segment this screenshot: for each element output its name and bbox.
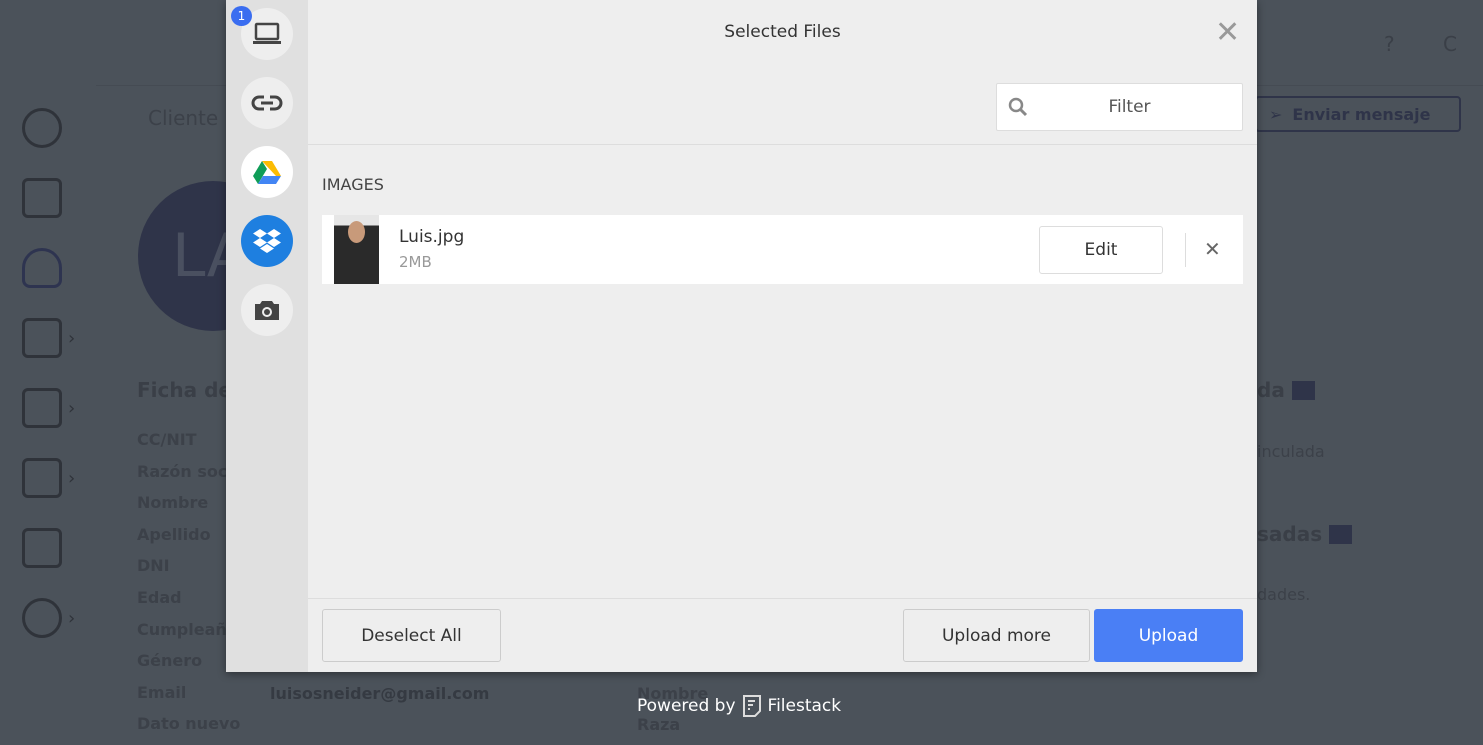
field-label: Email (137, 682, 187, 702)
help-button[interactable]: ? (1384, 32, 1395, 56)
field-label: Razón soc (137, 461, 228, 481)
source-dropbox[interactable] (241, 215, 293, 267)
field-label: Dato nuevo (137, 714, 241, 734)
source-google-drive[interactable] (241, 146, 293, 198)
used-text: dades. (1257, 585, 1311, 604)
selected-count-badge: 1 (231, 6, 252, 26)
field-label: Nombre (137, 493, 209, 513)
field-label: Género (137, 651, 203, 671)
source-sidebar: 1 (226, 0, 308, 672)
calendar-icon[interactable] (22, 178, 62, 218)
badge-icon[interactable] (22, 528, 62, 568)
dropbox-icon (253, 229, 281, 253)
dashboard-icon[interactable] (22, 108, 62, 148)
divider (308, 598, 1257, 599)
file-thumbnail (334, 215, 379, 284)
user-menu-button[interactable]: C (1443, 32, 1457, 56)
close-icon[interactable]: ✕ (1215, 18, 1240, 48)
linked-title: da (1257, 378, 1285, 402)
chevron-right-icon: › (68, 328, 76, 349)
deselect-all-button[interactable]: Deselect All (322, 609, 501, 662)
file-picker-modal: 1 Selected Files ✕ Filter IMAGES Luis.jp… (226, 0, 1257, 672)
tab-cliente[interactable]: Cliente (148, 106, 218, 130)
source-camera[interactable] (241, 284, 293, 336)
field-label: Raza (637, 715, 681, 734)
field-label: CC/NIT (137, 430, 197, 449)
chevron-right-icon: › (68, 468, 76, 489)
megaphone-icon[interactable] (22, 388, 62, 428)
link-icon (251, 95, 283, 111)
camera-icon (255, 301, 279, 320)
edit-button[interactable]: Edit (1039, 226, 1163, 274)
upload-button[interactable]: Upload (1094, 609, 1243, 662)
chevron-right-icon: › (68, 398, 76, 419)
gear-icon[interactable] (22, 598, 62, 638)
send-message-button[interactable]: ➢ Enviar mensaje (1255, 96, 1461, 132)
file-name: Luis.jpg (399, 227, 465, 247)
field-label: Cumpleañ (137, 619, 227, 639)
file-list-item: Luis.jpg 2MB Edit ✕ (322, 215, 1243, 284)
field-label: Edad (137, 588, 182, 607)
laptop-icon (253, 22, 281, 44)
upload-more-button[interactable]: Upload more (903, 609, 1090, 662)
remove-file-icon[interactable]: ✕ (1204, 237, 1221, 261)
chevron-right-icon: › (68, 608, 76, 629)
divider (1185, 233, 1186, 267)
section-images-label: IMAGES (322, 175, 384, 194)
field-label: DNI (137, 556, 170, 576)
file-size: 2MB (399, 253, 432, 271)
paper-plane-icon: ➢ (1269, 104, 1283, 124)
used-title: sadas (1257, 522, 1323, 546)
external-link-icon[interactable] (1292, 381, 1315, 400)
source-link[interactable] (241, 77, 293, 129)
modal-title: Selected Files (724, 22, 841, 42)
filestack-logo-icon (742, 695, 761, 717)
powered-by-footer[interactable]: Powered by Filestack (637, 695, 841, 717)
section-title: Ficha de (137, 378, 232, 402)
money-hand-icon[interactable] (22, 318, 62, 358)
google-drive-icon (253, 161, 281, 184)
external-link-icon[interactable] (1329, 525, 1352, 544)
price-tag-icon[interactable] (22, 458, 62, 498)
field-label: Apellido (137, 524, 211, 544)
linked-text: inculada (1257, 442, 1325, 461)
email-value: luisosneider@gmail.com (270, 684, 490, 703)
user-icon[interactable] (22, 248, 62, 288)
filter-input[interactable]: Filter (996, 83, 1243, 131)
divider (308, 144, 1257, 145)
